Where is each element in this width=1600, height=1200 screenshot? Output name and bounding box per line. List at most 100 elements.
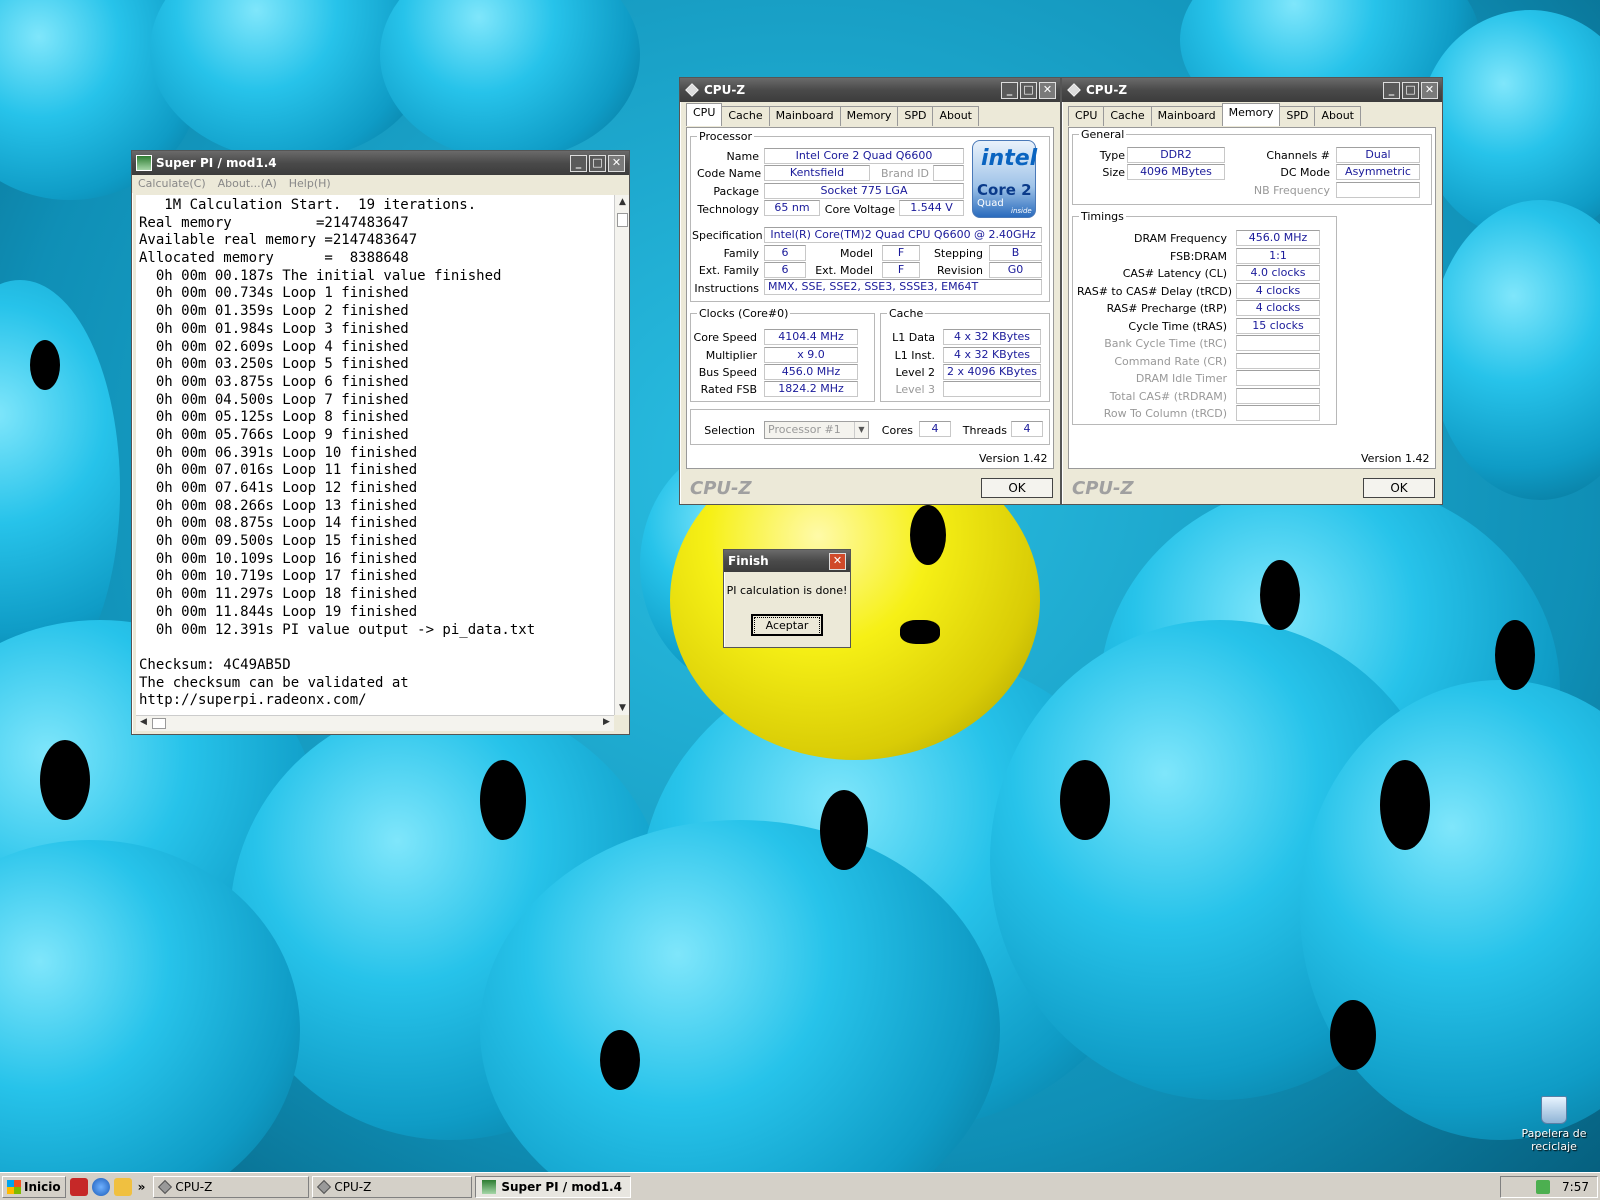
ratedfsb-label: Rated FSB [700,383,757,396]
cache-legend: Cache [889,307,924,320]
extmodel-label: Ext. Model [815,264,873,277]
recycle-bin-icon [1541,1096,1567,1124]
chevron-down-icon[interactable]: ▼ [854,422,868,438]
minimize-button[interactable]: _ [570,154,587,172]
tab-about[interactable]: About [1314,106,1361,126]
quicklaunch-overflow-icon[interactable]: » [138,1180,146,1194]
tab-about[interactable]: About [932,106,979,126]
name-label: Name [726,150,759,163]
superpi-output-text[interactable]: 1M Calculation Start. 19 iterations. Real… [136,195,614,715]
level3-value [943,381,1041,397]
quicklaunch-app-icon[interactable] [69,1177,88,1196]
output-line: 0h 00m 05.766s Loop 9 finished [139,426,409,443]
scroll-thumb[interactable] [617,213,628,227]
revision-label: Revision [937,264,983,277]
output-line: The checksum can be validated at [139,674,409,691]
tab-mainboard[interactable]: Mainboard [1150,106,1223,126]
clocks-legend: Clocks (Core#0) [699,307,789,320]
recycle-bin[interactable]: Papelera de reciclaje [1514,1096,1594,1153]
timing-label: RAS# Precharge (tRP) [1106,302,1227,315]
timing-value: 4 clocks [1236,282,1320,299]
menu-about[interactable]: About...(A) [218,177,277,191]
nbfreq-value [1336,182,1420,198]
tray-network-icon[interactable] [1536,1180,1551,1194]
minimize-button[interactable]: _ [1383,81,1400,99]
ratedfsb-value: 1824.2 MHz [764,381,858,397]
channels-value: Dual [1336,147,1420,163]
level2-value: 2 x 4096 KBytes [943,364,1041,380]
horizontal-scrollbar[interactable]: ◀ ▶ [136,715,614,731]
accept-button[interactable]: Aceptar [751,614,823,636]
multiplier-label: Multiplier [705,349,757,362]
processor-select[interactable]: Processor #1 ▼ [764,421,869,439]
timing-value [1236,387,1320,404]
logo-core2-text: Core 2 [977,181,1032,199]
ok-button[interactable]: OK [1363,478,1435,498]
l1inst-label: L1 Inst. [894,349,935,362]
internet-explorer-icon[interactable] [91,1177,110,1196]
close-button[interactable]: ✕ [829,552,846,570]
name-value: Intel Core 2 Quad Q6600 [764,148,964,164]
timing-label: CAS# Latency (CL) [1122,267,1227,280]
maximize-button[interactable]: □ [1020,81,1037,99]
close-button[interactable]: ✕ [1039,81,1056,99]
package-value: Socket 775 LGA [764,183,964,199]
maximize-button[interactable]: □ [1402,81,1419,99]
start-button[interactable]: Inicio [2,1175,66,1198]
version-label: Version 1.42 [1361,452,1430,465]
taskbar-item-cpuz-1[interactable]: CPU-Z [153,1175,310,1198]
output-line: 0h 00m 03.250s Loop 5 finished [139,356,409,373]
accept-button-label: Aceptar [754,617,820,635]
finish-titlebar[interactable]: Finish ✕ [724,550,850,572]
close-button[interactable]: ✕ [1421,81,1438,99]
superpi-window: Super PI / mod1.4 _ □ ✕ Calculate(C) Abo… [131,150,630,735]
output-line: 0h 00m 04.500s Loop 7 finished [139,391,409,408]
cores-value: 4 [919,421,951,437]
output-line: 0h 00m 08.266s Loop 13 finished [139,497,418,514]
scroll-up-icon[interactable]: ▲ [615,197,630,207]
close-button[interactable]: ✕ [608,154,625,172]
tab-cpu[interactable]: CPU [1068,106,1105,126]
messenger-icon[interactable] [113,1177,132,1196]
tab-cache[interactable]: Cache [1103,106,1152,126]
tab-cpu[interactable]: CPU [686,103,723,126]
scroll-down-icon[interactable]: ▼ [615,703,630,713]
logo-quad-text: Quad [977,198,1004,209]
superpi-app-icon [136,155,152,171]
tab-spd[interactable]: SPD [897,106,934,126]
cores-label: Cores [881,424,913,437]
tab-cache[interactable]: Cache [721,106,770,126]
superpi-titlebar[interactable]: Super PI / mod1.4 _ □ ✕ [132,151,629,175]
tray-clock[interactable]: 7:57 [1562,1180,1589,1194]
cpuz-brand: CPU-Z [1072,478,1134,499]
instructions-label: Instructions [694,282,759,295]
tab-memory[interactable]: Memory [839,106,899,126]
tab-memory[interactable]: Memory [1221,103,1281,126]
taskbar-item-superpi[interactable]: Super PI / mod1.4 [475,1175,632,1198]
vertical-scrollbar[interactable]: ▲ ▼ [614,195,629,715]
scroll-left-icon[interactable]: ◀ [136,717,151,727]
taskbar-item-cpuz-2[interactable]: CPU-Z [312,1175,473,1198]
scroll-thumb-h[interactable] [152,718,166,729]
tab-spd[interactable]: SPD [1279,106,1316,126]
cpuz-titlebar[interactable]: CPU-Z _ □ ✕ [1062,78,1442,102]
tab-mainboard[interactable]: Mainboard [768,106,841,126]
memory-tab-panel: General Type DDR2 Size 4096 MBytes Chann… [1068,127,1436,469]
output-line: 0h 00m 00.734s Loop 1 finished [139,285,409,302]
timings-legend: Timings [1081,210,1124,223]
l1inst-value: 4 x 32 KBytes [943,347,1041,363]
menu-calculate[interactable]: Calculate(C) [138,177,206,191]
instructions-value: MMX, SSE, SSE2, SSE3, SSSE3, EM64T [764,279,1042,295]
scroll-right-icon[interactable]: ▶ [599,717,614,727]
minimize-button[interactable]: _ [1001,81,1018,99]
logo-inside-text: inside [1011,207,1032,215]
output-line: 0h 00m 11.297s Loop 18 finished [139,586,418,603]
menu-help[interactable]: Help(H) [289,177,331,191]
start-label: Inicio [24,1179,61,1194]
cpuz-titlebar[interactable]: CPU-Z _ □ ✕ [680,78,1060,102]
ok-button[interactable]: OK [981,478,1053,498]
type-label: Type [1099,149,1125,162]
maximize-button[interactable]: □ [589,154,606,172]
corespeed-value: 4104.4 MHz [764,329,858,345]
model-value: F [882,245,920,261]
